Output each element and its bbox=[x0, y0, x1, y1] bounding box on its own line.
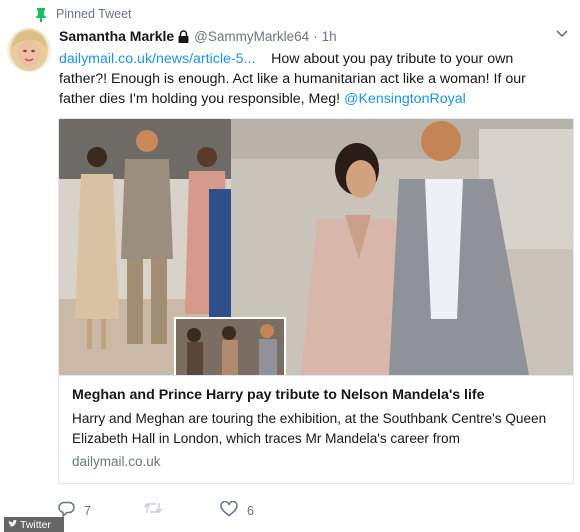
tweet-header: Samantha Markle @SammyMarkle64 · 1h bbox=[59, 28, 337, 44]
pinned-label: Pinned Tweet bbox=[56, 7, 132, 21]
card-body: Meghan and Prince Harry pay tribute to N… bbox=[59, 375, 573, 483]
like-button[interactable]: 6 bbox=[220, 500, 254, 520]
card-image bbox=[59, 119, 573, 375]
like-count: 6 bbox=[247, 503, 254, 518]
card-domain: dailymail.co.uk bbox=[72, 454, 161, 469]
tweet-text: dailymail.co.uk/news/article-5... How ab… bbox=[59, 49, 549, 109]
pin-icon bbox=[34, 6, 48, 22]
lock-icon bbox=[178, 29, 189, 43]
heart-icon bbox=[220, 500, 238, 520]
tweet-actions: 7 6 bbox=[58, 500, 358, 521]
display-name[interactable]: Samantha Markle bbox=[59, 28, 174, 44]
reply-count: 7 bbox=[84, 503, 91, 518]
user-handle[interactable]: @SammyMarkle64 bbox=[194, 29, 309, 44]
retweet-icon bbox=[143, 501, 163, 518]
chevron-down-icon[interactable] bbox=[554, 26, 570, 42]
link-card[interactable]: Meghan and Prince Harry pay tribute to N… bbox=[58, 118, 574, 484]
article-link[interactable]: dailymail.co.uk/news/article-5... bbox=[59, 51, 255, 67]
twitter-watermark: Twitter bbox=[4, 517, 64, 532]
watermark-text: Twitter bbox=[20, 518, 51, 531]
retweet-button[interactable] bbox=[143, 501, 172, 518]
pinned-indicator: Pinned Tweet bbox=[34, 4, 132, 24]
card-description: Harry and Meghan are touring the exhibit… bbox=[72, 411, 547, 446]
mention-link[interactable]: @KensingtonRoyal bbox=[344, 91, 466, 107]
twitter-bird-icon bbox=[8, 519, 17, 531]
card-title[interactable]: Meghan and Prince Harry pay tribute to N… bbox=[72, 387, 485, 403]
timestamp[interactable]: 1h bbox=[322, 29, 337, 44]
avatar[interactable] bbox=[7, 28, 51, 72]
separator-dot: · bbox=[313, 28, 318, 44]
